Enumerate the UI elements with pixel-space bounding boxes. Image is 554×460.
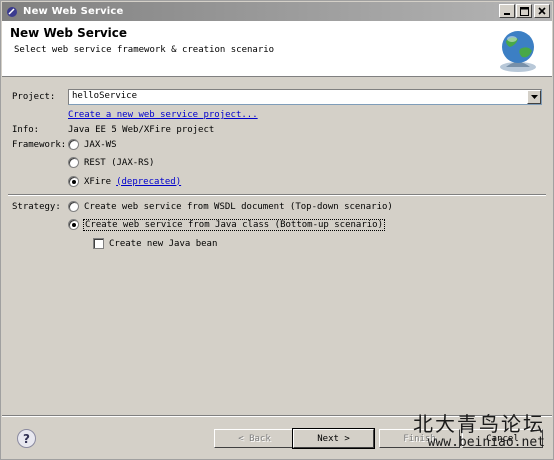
window-title: New Web Service xyxy=(23,6,124,17)
dialog-window: New Web Service New Web Service Select w… xyxy=(0,0,554,460)
eclipse-app-icon xyxy=(5,5,19,19)
info-label: Info: xyxy=(12,125,40,135)
checkbox[interactable] xyxy=(93,238,104,249)
framework-option-jax-ws[interactable]: JAX-WS xyxy=(68,139,117,150)
radio-button[interactable] xyxy=(68,201,79,212)
chevron-down-icon xyxy=(530,95,538,99)
framework-option-rest[interactable]: REST (JAX-RS) xyxy=(68,157,154,168)
strategy-option-label: Create web service from WSDL document (T… xyxy=(84,201,393,212)
strategy-option-bottom-up[interactable]: Create web service from Java class (Bott… xyxy=(68,218,386,231)
back-button-label: < Back xyxy=(238,433,271,444)
create-project-link[interactable]: Create a new web service project... xyxy=(68,110,258,120)
radio-button-selected[interactable] xyxy=(68,176,79,187)
info-value: Java EE 5 Web/XFire project xyxy=(68,125,215,135)
minimize-icon xyxy=(504,13,510,15)
close-icon xyxy=(538,7,546,15)
strategy-option-label: Create web service from Java class (Bott… xyxy=(82,218,386,231)
watermark-url: www.beiniao.net xyxy=(427,435,545,450)
dropdown-button[interactable] xyxy=(527,90,541,104)
project-select[interactable]: helloService xyxy=(68,89,542,105)
page-title: New Web Service xyxy=(10,26,128,40)
title-bar[interactable]: New Web Service xyxy=(2,2,552,21)
next-button-label: Next > xyxy=(317,433,350,444)
maximize-icon xyxy=(519,6,529,16)
next-button[interactable]: Next > xyxy=(292,428,375,449)
deprecated-link[interactable]: (deprecated) xyxy=(116,177,181,187)
strategy-label: Strategy: xyxy=(12,202,61,212)
project-label: Project: xyxy=(12,92,56,102)
project-select-value: helloService xyxy=(72,91,138,101)
create-java-bean-label: Create new Java bean xyxy=(109,238,218,249)
separator xyxy=(8,194,546,196)
radio-button-selected[interactable] xyxy=(68,219,79,230)
maximize-button[interactable] xyxy=(516,4,532,18)
wizard-header: New Web Service Select web service frame… xyxy=(2,21,552,77)
globe-icon xyxy=(500,31,536,72)
minimize-button[interactable] xyxy=(499,4,515,18)
strategy-option-top-down[interactable]: Create web service from WSDL document (T… xyxy=(68,201,393,212)
framework-option-xfire[interactable]: XFire (deprecated) xyxy=(68,176,181,187)
framework-label: Framework: xyxy=(12,140,67,150)
framework-option-label: XFire xyxy=(84,176,112,187)
framework-option-label: REST (JAX-RS) xyxy=(84,157,155,168)
help-button[interactable]: ? xyxy=(17,429,36,448)
radio-button[interactable] xyxy=(68,139,79,150)
radio-button[interactable] xyxy=(68,157,79,168)
page-subtitle: Select web service framework & creation … xyxy=(14,45,275,55)
back-button[interactable]: < Back xyxy=(214,429,295,448)
help-icon: ? xyxy=(23,431,30,446)
watermark-title: 北大青鸟论坛 xyxy=(413,412,545,436)
create-java-bean-option[interactable]: Create new Java bean xyxy=(93,238,217,249)
close-button[interactable] xyxy=(534,4,550,18)
site-watermark: 北大青鸟论坛 www.beiniao.net xyxy=(413,413,545,451)
framework-option-label: JAX-WS xyxy=(84,139,117,150)
